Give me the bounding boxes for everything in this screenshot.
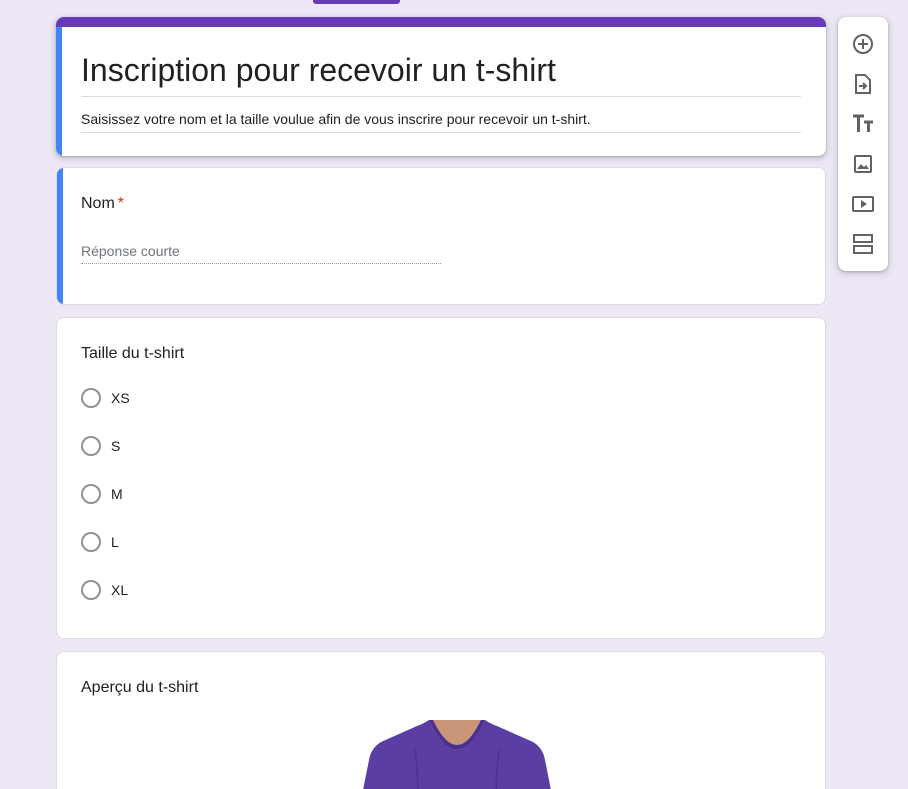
add-question-icon[interactable] xyxy=(851,32,875,56)
image-title: Aperçu du t-shirt xyxy=(81,679,199,696)
image-card-preview[interactable]: Aperçu du t-shirt xyxy=(56,651,826,789)
radio-option-m[interactable]: M xyxy=(81,482,123,506)
radio-option-xs[interactable]: XS xyxy=(81,386,130,410)
required-asterisk: * xyxy=(117,195,125,212)
active-card-indicator xyxy=(57,168,63,304)
question-card-size[interactable]: Taille du t-shirt XS S M L XL xyxy=(56,317,826,639)
question-card-name[interactable]: Nom * xyxy=(56,167,826,305)
active-card-indicator xyxy=(56,27,62,156)
radio-option-l[interactable]: L xyxy=(81,530,119,554)
form-description[interactable]: Saisissez votre nom et la taille voulue … xyxy=(81,109,801,133)
radio-button[interactable] xyxy=(81,436,101,456)
add-title-icon[interactable] xyxy=(851,112,875,136)
radio-label: S xyxy=(111,438,121,454)
radio-button[interactable] xyxy=(81,580,101,600)
radio-label: L xyxy=(111,534,119,550)
radio-button[interactable] xyxy=(81,388,101,408)
import-questions-icon[interactable] xyxy=(851,72,875,96)
radio-label: M xyxy=(111,486,123,502)
short-answer-input[interactable] xyxy=(81,238,441,264)
floating-toolbar xyxy=(838,17,888,271)
theme-color-band xyxy=(56,17,826,27)
radio-option-xl[interactable]: XL xyxy=(81,578,128,602)
radio-button[interactable] xyxy=(81,484,101,504)
radio-label: XL xyxy=(111,582,129,598)
question-title: Taille du t-shirt xyxy=(81,345,185,362)
tab-active-indicator xyxy=(313,0,400,4)
add-video-icon[interactable] xyxy=(851,192,875,216)
radio-button[interactable] xyxy=(81,532,101,552)
question-title: Nom * xyxy=(81,193,124,215)
radio-label: XS xyxy=(111,390,130,406)
radio-option-s[interactable]: S xyxy=(81,434,120,458)
form-title-card[interactable]: Inscription pour recevoir un t-shirt Sai… xyxy=(56,17,826,156)
add-section-icon[interactable] xyxy=(851,232,875,256)
form-title[interactable]: Inscription pour recevoir un t-shirt xyxy=(81,50,801,97)
add-image-icon[interactable] xyxy=(851,152,875,176)
question-label: Nom xyxy=(81,195,115,212)
tshirt-image xyxy=(357,720,557,789)
